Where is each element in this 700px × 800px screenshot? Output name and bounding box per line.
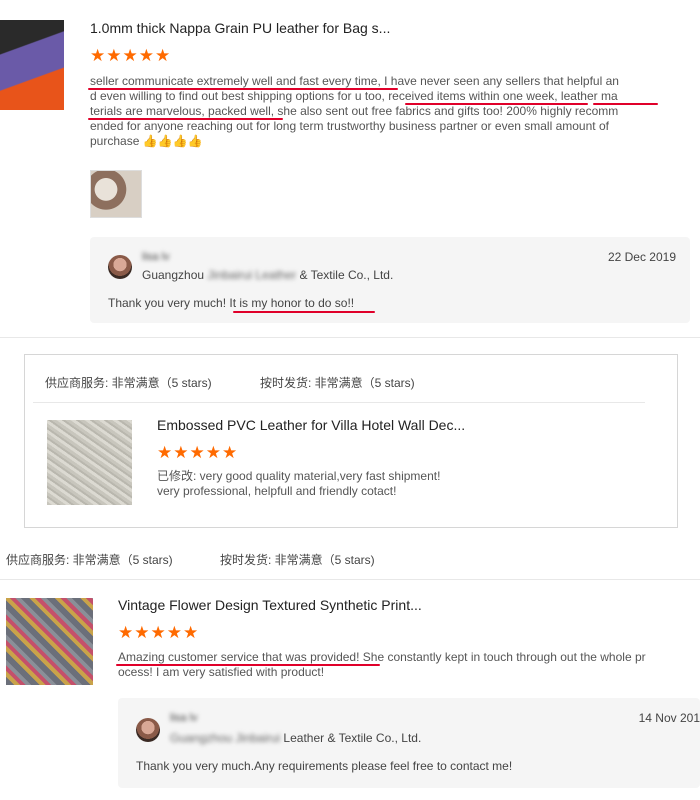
company-blurred: Guangzhou Jinbairui [170, 731, 281, 745]
review-line: purchase 👍👍👍👍 [90, 134, 203, 148]
review-line: terials are marvelous, packed well, she … [90, 104, 619, 118]
reply-text: Thank you very much! It is my honor to d… [108, 296, 355, 310]
reply-text: Thank you very much.Any requirements ple… [136, 759, 513, 773]
review-line: seller communicate extremely well and fa… [90, 74, 619, 88]
seller-reply-box-2: lisa lv Guangzhou Jinbairui Leather & Te… [118, 698, 700, 788]
highlight-underline [88, 118, 283, 120]
highlight-underline [405, 103, 588, 105]
review-line: ended for anyone reaching out for long t… [90, 119, 609, 133]
review-line: Amazing customer service that was provid… [118, 650, 646, 664]
highlight-underline [593, 103, 658, 105]
feedback-panel: 供应商服务: 非常满意（5 stars) 按时发货: 非常满意（5 stars)… [24, 354, 678, 528]
reply-company: Guangzhou Jinbairui Leather & Textile Co… [142, 268, 393, 282]
avatar [108, 255, 132, 279]
company-blurred: Jinbairui Leather [207, 268, 297, 282]
highlight-underline [88, 88, 398, 90]
rating-stars-panel: ★★★★★ [157, 443, 239, 462]
divider [0, 579, 700, 580]
product-title-panel[interactable]: Embossed PVC Leather for Villa Hotel Wal… [157, 417, 465, 433]
divider [0, 337, 700, 338]
reply-author-name: lisa lv [142, 251, 170, 263]
product-thumbnail-2[interactable] [6, 598, 93, 685]
review-line: 已修改: very good quality material,very fas… [157, 469, 441, 483]
seller-reply-box-1: lisa lv Guangzhou Jinbairui Leather & Te… [90, 237, 690, 323]
review-line: d even willing to find out best shipping… [90, 89, 618, 103]
panel-review-text: 已修改: very good quality material,very fas… [157, 469, 440, 499]
supplier-service-rating: 供应商服务: 非常满意（5 stars) [6, 553, 173, 567]
review-text-1: seller communicate extremely well and fa… [90, 74, 680, 149]
highlight-underline [116, 664, 380, 666]
company-rest: & Textile Co., Ltd. [299, 268, 394, 282]
review-line: ocess! I am very satisfied with product! [118, 665, 325, 679]
on-time-delivery-rating: 按时发货: 非常满意（5 stars) [220, 553, 375, 567]
review-photo-thumbnail[interactable] [90, 170, 142, 218]
reply-date: 14 Nov 201 [638, 711, 700, 725]
company-rest: Leather & Textile Co., Ltd. [283, 731, 422, 745]
product-title-2[interactable]: Vintage Flower Design Textured Synthetic… [118, 597, 422, 613]
product-thumbnail-panel[interactable] [47, 420, 132, 505]
supplier-service-rating: 供应商服务: 非常满意（5 stars) [45, 376, 212, 390]
highlight-underline [233, 311, 375, 313]
on-time-delivery-rating: 按时发货: 非常满意（5 stars) [260, 376, 415, 390]
reply-author-name: lisa lv [170, 712, 198, 724]
product-title-1[interactable]: 1.0mm thick Nappa Grain PU leather for B… [90, 20, 390, 36]
reply-company: Guangzhou Jinbairui Leather & Textile Co… [170, 731, 421, 745]
product-thumbnail-1[interactable] [0, 20, 64, 110]
avatar [136, 718, 160, 742]
reply-date: 22 Dec 2019 [607, 250, 676, 264]
divider [33, 402, 645, 403]
rating-stars-2: ★★★★★ [118, 623, 200, 642]
review-line: very professional, helpfull and friendly… [157, 484, 397, 498]
rating-stars-1: ★★★★★ [90, 46, 172, 65]
company-prefix: Guangzhou [142, 268, 205, 282]
